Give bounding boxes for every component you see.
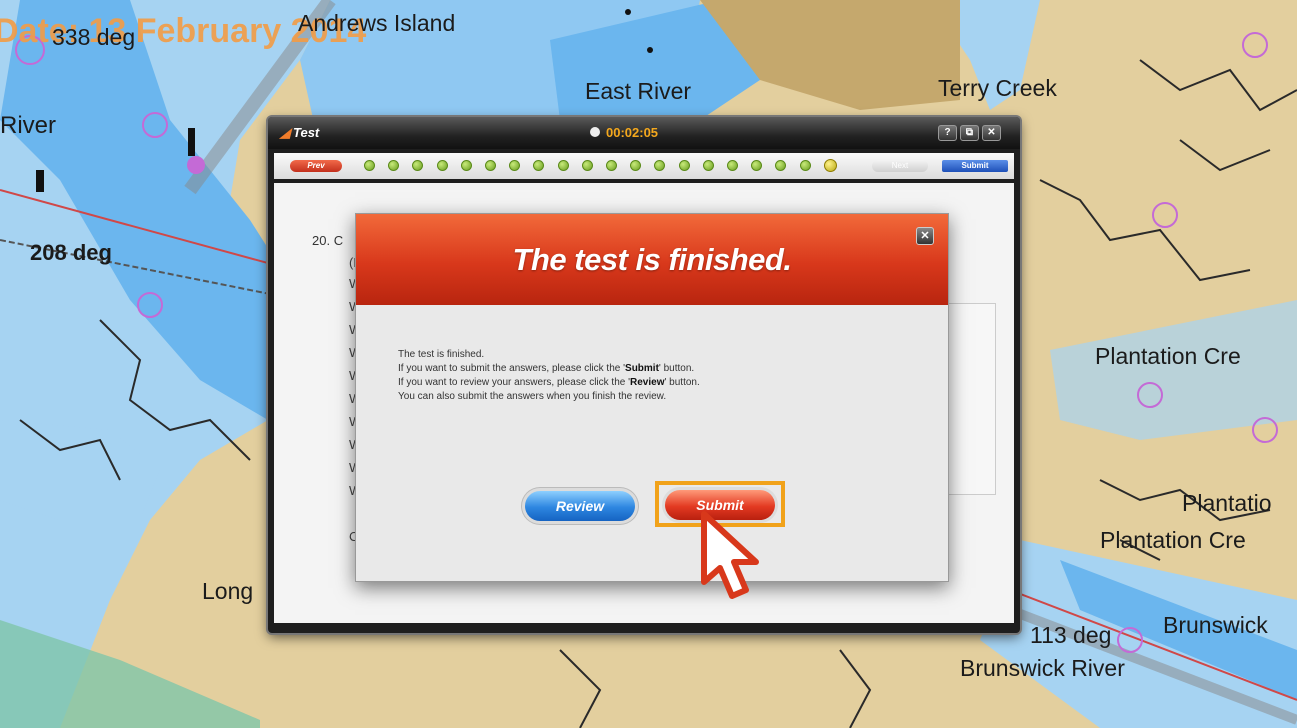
- message-line: If you want to submit the answers, pleas…: [398, 362, 918, 376]
- question-dot[interactable]: [799, 160, 811, 171]
- question-number: 20. C: [312, 233, 343, 248]
- question-dot[interactable]: [388, 160, 400, 171]
- map-label-plantation1: Plantation Cre: [1095, 343, 1241, 369]
- review-button[interactable]: Review: [525, 491, 635, 521]
- question-number-text: 20.: [312, 233, 331, 248]
- question-dot[interactable]: [654, 160, 666, 171]
- test-finished-dialog: The test is finished. ✕ The test is fini…: [355, 213, 949, 582]
- clock-icon: [590, 127, 600, 137]
- question-dot[interactable]: [364, 160, 375, 171]
- message-line: You can also submit the answers when you…: [398, 391, 667, 402]
- message-bold: Submit: [625, 363, 659, 374]
- question-dot[interactable]: [630, 160, 642, 171]
- question-dot[interactable]: [436, 160, 448, 171]
- question-dot-current[interactable]: [823, 159, 837, 172]
- question-dot[interactable]: [412, 160, 424, 171]
- map-label-long: Long: [202, 578, 254, 604]
- message-line: If you want to review your answers, plea…: [398, 376, 918, 390]
- top-submit-button[interactable]: Submit: [942, 160, 1008, 172]
- message-line: The test is finished.: [398, 349, 485, 360]
- question-text-start: C: [333, 233, 344, 248]
- map-label-113: 113 deg: [1030, 622, 1112, 648]
- timer: 00:02:05: [606, 125, 659, 140]
- map-label-plantation3: Plantation Cre: [1100, 527, 1246, 553]
- question-dot[interactable]: [460, 160, 472, 171]
- message-text: If you want to submit the answers, pleas…: [398, 363, 626, 374]
- question-dot[interactable]: [775, 160, 787, 171]
- question-dot[interactable]: [727, 160, 738, 171]
- message-text: If you want to review your answers, plea…: [398, 377, 631, 388]
- dialog-message: The test is finished. If you want to sub…: [398, 348, 918, 404]
- question-dot[interactable]: [533, 160, 545, 171]
- map-label-208: 208 deg: [30, 240, 112, 265]
- question-dot[interactable]: [485, 160, 496, 171]
- window-title: Test: [293, 125, 320, 140]
- question-dot[interactable]: [557, 160, 569, 171]
- window-title-wrap: ◢ Test: [280, 125, 319, 141]
- question-navigator: Prev Next Submit: [274, 153, 1014, 179]
- dialog-header: The test is finished. ✕: [356, 214, 948, 305]
- message-bold: Review: [630, 377, 665, 388]
- dialog-title: The test is finished.: [512, 242, 792, 277]
- message-text: ' button.: [658, 363, 695, 374]
- message-text: ' button.: [664, 377, 700, 388]
- restore-button[interactable]: ⧉: [960, 125, 979, 141]
- question-dot[interactable]: [581, 160, 593, 171]
- question-dot[interactable]: [509, 160, 521, 171]
- map-label-338: 338 deg: [52, 24, 136, 50]
- question-dot[interactable]: [751, 160, 763, 171]
- question-dot[interactable]: [678, 160, 690, 171]
- question-dot[interactable]: [606, 160, 617, 171]
- map-label-plantation2: Plantatio: [1182, 490, 1272, 516]
- map-label-andrews: Andrews Island: [298, 10, 456, 36]
- map-label-terry-creek: Terry Creek: [938, 75, 1057, 101]
- question-dot[interactable]: [702, 160, 714, 171]
- flame-icon: ◢: [280, 125, 290, 140]
- mouse-pointer-icon: [701, 511, 759, 599]
- test-window-titlebar[interactable]: ◢ Test 00:02:05 ? ⧉ ✕: [268, 117, 1020, 149]
- prev-button[interactable]: Prev: [290, 160, 342, 172]
- map-label-river: River: [0, 112, 57, 139]
- next-button[interactable]: Next: [872, 160, 928, 172]
- map-label-brunswick: Brunswick: [1163, 612, 1268, 638]
- help-button[interactable]: ?: [938, 125, 957, 141]
- dialog-close-button[interactable]: ✕: [916, 227, 934, 245]
- close-window-button[interactable]: ✕: [982, 125, 1001, 141]
- map-label-brunswick-river: Brunswick River: [960, 655, 1125, 681]
- map-label-east-river: East River: [585, 78, 692, 104]
